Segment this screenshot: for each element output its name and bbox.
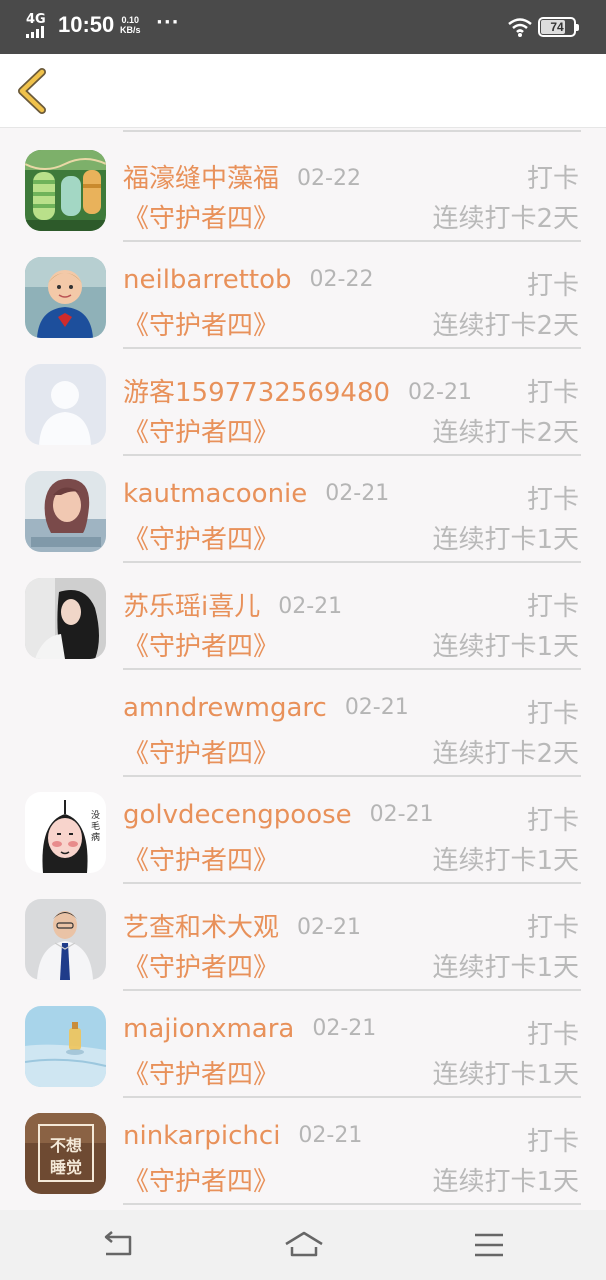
list-item[interactable]: 游客1597732569480 02-21 打卡 《守护者四》 连续打卡2天	[0, 344, 606, 456]
more-notifications-icon: ···	[156, 12, 180, 33]
avatar[interactable]	[25, 1006, 106, 1087]
streak-text: 连续打卡1天	[432, 525, 579, 555]
user-name: 苏乐瑶i喜儿 02-21	[123, 592, 343, 622]
book-title: 《守护者四》	[123, 1167, 280, 1197]
checkin-label: 打卡	[526, 913, 579, 943]
streak-text: 连续打卡2天	[432, 204, 579, 234]
speed-value: 0.10	[121, 15, 140, 25]
avatar[interactable]	[25, 150, 106, 231]
checkin-date: 02-22	[297, 166, 361, 191]
avatar-text: 睡觉	[50, 1158, 82, 1177]
user-name: majionxmara 02-21	[123, 1014, 377, 1044]
divider	[123, 1203, 581, 1205]
list-item[interactable]: kautmacoonie 02-21 打卡 《守护者四》 连续打卡1天	[0, 451, 606, 563]
back-button[interactable]	[12, 66, 62, 116]
svg-text:没: 没	[91, 810, 100, 821]
book-title: 《守护者四》	[123, 204, 280, 234]
menu-icon	[475, 1233, 503, 1257]
clock: 10:50	[58, 12, 115, 37]
streak-text: 连续打卡1天	[432, 846, 579, 876]
battery-level: 74	[550, 20, 564, 34]
book-title: 《守护者四》	[123, 953, 280, 983]
user-name: kautmacoonie 02-21	[123, 479, 390, 509]
list-item[interactable]: amndrewmgarc 02-21 打卡 《守护者四》 连续打卡2天	[0, 665, 606, 777]
user-name: ninkarpichci 02-21	[123, 1121, 363, 1151]
status-bar: 4G 10:50 0.10 KB/s ··· 74	[0, 0, 606, 54]
header	[0, 54, 606, 128]
user-name: 艺查和术大观 02-21	[123, 913, 361, 943]
user-name: amndrewmgarc 02-21	[123, 693, 409, 723]
checkin-date: 02-21	[408, 380, 472, 405]
checkin-date: 02-21	[344, 695, 409, 720]
streak-text: 连续打卡2天	[432, 739, 579, 769]
checkin-date: 02-21	[369, 802, 434, 827]
home-icon	[285, 1231, 323, 1257]
streak-text: 连续打卡2天	[432, 418, 579, 448]
checkin-label: 打卡	[526, 699, 579, 729]
book-title: 《守护者四》	[123, 1060, 280, 1090]
back-arrow-icon	[104, 1231, 132, 1256]
checkin-label: 打卡	[526, 271, 579, 301]
network-type: 4G	[26, 12, 46, 27]
streak-text: 连续打卡2天	[432, 311, 579, 341]
checkin-date: 02-21	[298, 1123, 363, 1148]
checkin-label: 打卡	[526, 1127, 579, 1157]
list-item[interactable]: 没 毛 病 golvdecengpoose 02-21 打卡 《守护者四》 连续打…	[0, 772, 606, 884]
list-item[interactable]: 艺查和术大观 02-21 打卡 《守护者四》 连续打卡1天	[0, 879, 606, 991]
user-name: golvdecengpoose 02-21	[123, 800, 434, 830]
book-title: 《守护者四》	[123, 739, 280, 769]
avatar[interactable]	[25, 578, 106, 659]
avatar[interactable]: 不想 睡觉	[25, 1113, 106, 1194]
streak-text: 连续打卡1天	[432, 632, 579, 662]
speed-unit: KB/s	[120, 25, 141, 35]
streak-text: 连续打卡1天	[432, 1060, 579, 1090]
checkin-label: 打卡	[526, 1020, 579, 1050]
nav-home-button[interactable]	[283, 1225, 323, 1265]
avatar[interactable]	[25, 899, 106, 980]
checkin-label: 打卡	[526, 592, 579, 622]
book-title: 《守护者四》	[123, 632, 280, 662]
user-name: 福濠缝中藻福 02-22	[123, 164, 361, 194]
network-speed: 0.10 KB/s	[120, 15, 141, 35]
checkin-label: 打卡	[526, 485, 579, 515]
list-item[interactable]: neilbarrettob 02-22 打卡 《守护者四》 连续打卡2天	[0, 237, 606, 349]
svg-text:病: 病	[91, 831, 100, 843]
streak-text: 连续打卡1天	[432, 953, 579, 983]
checkin-list: 福濠缝中藻福 02-22 打卡 《守护者四》 连续打卡2天 neilbarrett…	[0, 128, 606, 1210]
book-title: 《守护者四》	[123, 311, 280, 341]
avatar-text: 不想	[50, 1136, 82, 1155]
book-title: 《守护者四》	[123, 846, 280, 876]
checkin-label: 打卡	[526, 164, 579, 194]
book-title: 《守护者四》	[123, 525, 280, 555]
nav-back-button[interactable]	[98, 1225, 138, 1265]
signal-icon	[26, 26, 50, 38]
list-item[interactable]: 不想 睡觉 ninkarpichci 02-21 打卡 《守护者四》 连续打卡1天	[0, 1093, 606, 1205]
system-nav-bar	[0, 1210, 606, 1280]
checkin-date: 02-21	[312, 1016, 377, 1041]
checkin-label: 打卡	[526, 806, 579, 836]
list-item[interactable]: 福濠缝中藻福 02-22 打卡 《守护者四》 连续打卡2天	[0, 130, 606, 242]
user-name: 游客1597732569480 02-21	[123, 378, 472, 408]
avatar[interactable]	[25, 257, 106, 338]
battery-icon: 74	[538, 17, 579, 37]
streak-text: 连续打卡1天	[432, 1167, 579, 1197]
avatar[interactable]: 没 毛 病	[25, 792, 106, 873]
wifi-icon	[508, 18, 532, 37]
nav-menu-button[interactable]	[470, 1225, 510, 1265]
checkin-date: 02-21	[325, 481, 390, 506]
checkin-date: 02-21	[278, 594, 343, 619]
svg-text:毛: 毛	[91, 820, 100, 832]
avatar[interactable]	[25, 364, 106, 445]
checkin-date: 02-22	[309, 267, 374, 292]
checkin-label: 打卡	[526, 378, 579, 408]
list-item[interactable]: majionxmara 02-21 打卡 《守护者四》 连续打卡1天	[0, 986, 606, 1098]
checkin-date: 02-21	[297, 915, 361, 940]
book-title: 《守护者四》	[123, 418, 280, 448]
avatar[interactable]	[25, 471, 106, 552]
chevron-left-icon	[18, 68, 46, 114]
list-item[interactable]: 苏乐瑶i喜儿 02-21 打卡 《守护者四》 连续打卡1天	[0, 558, 606, 670]
user-name: neilbarrettob 02-22	[123, 265, 374, 295]
